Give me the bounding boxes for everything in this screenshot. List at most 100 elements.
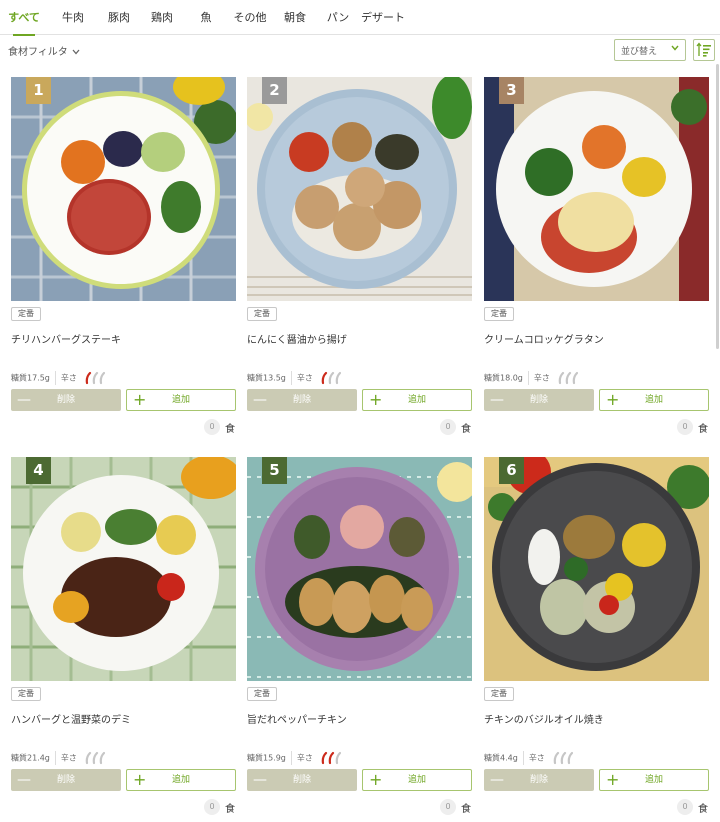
quantity-count: 0 xyxy=(677,799,693,815)
product-meta: 糖質15.9g 辛さ xyxy=(247,751,342,765)
add-button-label: 追加 xyxy=(407,395,426,405)
product-image[interactable] xyxy=(247,457,472,681)
product-meta: 糖質4.4g 辛さ xyxy=(484,751,574,765)
category-tabs: すべて 牛肉 豚肉 鶏肉 魚 その他 朝食 パン デザート xyxy=(0,0,720,36)
quantity-count: 0 xyxy=(440,419,456,435)
spice-level-icon xyxy=(559,371,579,385)
carb-value: 糖質15.9g xyxy=(247,753,286,763)
spice-label: 辛さ xyxy=(296,753,313,763)
spice-level-icon xyxy=(554,751,574,765)
tab-dessert[interactable]: デザート xyxy=(360,0,406,35)
delete-button-label: 削除 xyxy=(56,775,75,785)
spice-label: 辛さ xyxy=(528,753,545,763)
quantity-unit: 食 xyxy=(698,424,708,435)
sort-order-icon xyxy=(696,42,711,57)
delete-button-label: 削除 xyxy=(292,775,311,785)
tab-fish[interactable]: 魚 xyxy=(195,0,217,35)
product-tag: 定番 xyxy=(484,687,514,701)
ingredient-filter-label: 食材フィルタ xyxy=(8,47,68,58)
rank-badge: 6 xyxy=(499,457,524,484)
rank-badge: 1 xyxy=(26,77,51,104)
delete-button-label: 削除 xyxy=(529,775,548,785)
tab-beef[interactable]: 牛肉 xyxy=(58,0,88,35)
product-image[interactable] xyxy=(11,77,236,301)
spice-level-icon xyxy=(86,371,106,385)
carb-value: 糖質21.4g xyxy=(11,753,50,763)
sort-order-button[interactable] xyxy=(693,39,715,61)
ingredient-filter[interactable]: 食材フィルタ xyxy=(8,43,80,58)
rank-badge: 2 xyxy=(262,77,287,104)
quantity-unit: 食 xyxy=(698,804,708,815)
product-tag: 定番 xyxy=(247,687,277,701)
product-name: チキンのバジルオイル焼き xyxy=(484,715,604,726)
add-button-label: 追加 xyxy=(407,775,426,785)
spice-label: 辛さ xyxy=(60,373,77,383)
add-button[interactable]: + 追加 xyxy=(126,389,236,411)
delete-button[interactable]: — 削除 xyxy=(484,389,594,411)
product-meta: 糖質17.5g 辛さ xyxy=(11,371,106,385)
quantity-count: 0 xyxy=(204,419,220,435)
product-name: クリームコロッケグラタン xyxy=(484,335,604,346)
carb-value: 糖質13.5g xyxy=(247,373,286,383)
product-image[interactable] xyxy=(484,77,709,301)
product-tag: 定番 xyxy=(11,687,41,701)
quantity-count: 0 xyxy=(677,419,693,435)
sort-select-label: 並び替え xyxy=(621,47,658,57)
product-image[interactable] xyxy=(247,77,472,301)
tab-breakfast[interactable]: 朝食 xyxy=(280,0,310,35)
add-button-label: 追加 xyxy=(644,775,663,785)
quantity-unit: 食 xyxy=(225,804,235,815)
tab-pork[interactable]: 豚肉 xyxy=(104,0,134,35)
product-tag: 定番 xyxy=(247,307,277,321)
product-name: にんにく醤油から揚げ xyxy=(247,335,347,346)
product-meta: 糖質13.5g 辛さ xyxy=(247,371,342,385)
tab-other[interactable]: その他 xyxy=(231,0,269,35)
add-button-label: 追加 xyxy=(644,395,663,405)
tab-all[interactable]: すべて xyxy=(7,0,41,36)
delete-button[interactable]: — 削除 xyxy=(11,769,121,791)
quantity-unit: 食 xyxy=(461,804,471,815)
delete-button-label: 削除 xyxy=(292,395,311,405)
delete-button-label: 削除 xyxy=(56,395,75,405)
add-button[interactable]: + 追加 xyxy=(126,769,236,791)
add-button-label: 追加 xyxy=(171,775,190,785)
sort-select[interactable]: 並び替え xyxy=(614,39,686,61)
quantity-count: 0 xyxy=(204,799,220,815)
delete-button[interactable]: — 削除 xyxy=(11,389,121,411)
product-meta: 糖質18.0g 辛さ xyxy=(484,371,579,385)
product-tag: 定番 xyxy=(11,307,41,321)
product-tag: 定番 xyxy=(484,307,514,321)
spice-level-icon xyxy=(322,371,342,385)
chevron-down-icon xyxy=(72,49,80,55)
add-button[interactable]: + 追加 xyxy=(362,389,472,411)
tab-bread[interactable]: パン xyxy=(325,0,351,35)
add-button[interactable]: + 追加 xyxy=(599,389,709,411)
product-meta: 糖質21.4g 辛さ xyxy=(11,751,106,765)
carb-value: 糖質4.4g xyxy=(484,753,518,763)
product-image[interactable] xyxy=(484,457,709,681)
quantity-count: 0 xyxy=(440,799,456,815)
spice-label: 辛さ xyxy=(296,373,313,383)
scrollbar[interactable] xyxy=(716,64,719,349)
rank-badge: 3 xyxy=(499,77,524,104)
rank-badge: 4 xyxy=(26,457,51,484)
tab-chicken[interactable]: 鶏肉 xyxy=(147,0,177,35)
add-button[interactable]: + 追加 xyxy=(599,769,709,791)
delete-button-label: 削除 xyxy=(529,395,548,405)
spice-level-icon xyxy=(322,751,342,765)
spice-level-icon xyxy=(86,751,106,765)
delete-button[interactable]: — 削除 xyxy=(484,769,594,791)
add-button[interactable]: + 追加 xyxy=(362,769,472,791)
rank-badge: 5 xyxy=(262,457,287,484)
add-button-label: 追加 xyxy=(171,395,190,405)
spice-label: 辛さ xyxy=(533,373,550,383)
delete-button[interactable]: — 削除 xyxy=(247,769,357,791)
spice-label: 辛さ xyxy=(60,753,77,763)
carb-value: 糖質17.5g xyxy=(11,373,50,383)
carb-value: 糖質18.0g xyxy=(484,373,523,383)
product-name: 旨だれペッパーチキン xyxy=(247,715,347,726)
product-name: ハンバーグと温野菜のデミ xyxy=(11,715,131,726)
delete-button[interactable]: — 削除 xyxy=(247,389,357,411)
product-image[interactable] xyxy=(11,457,236,681)
quantity-unit: 食 xyxy=(461,424,471,435)
